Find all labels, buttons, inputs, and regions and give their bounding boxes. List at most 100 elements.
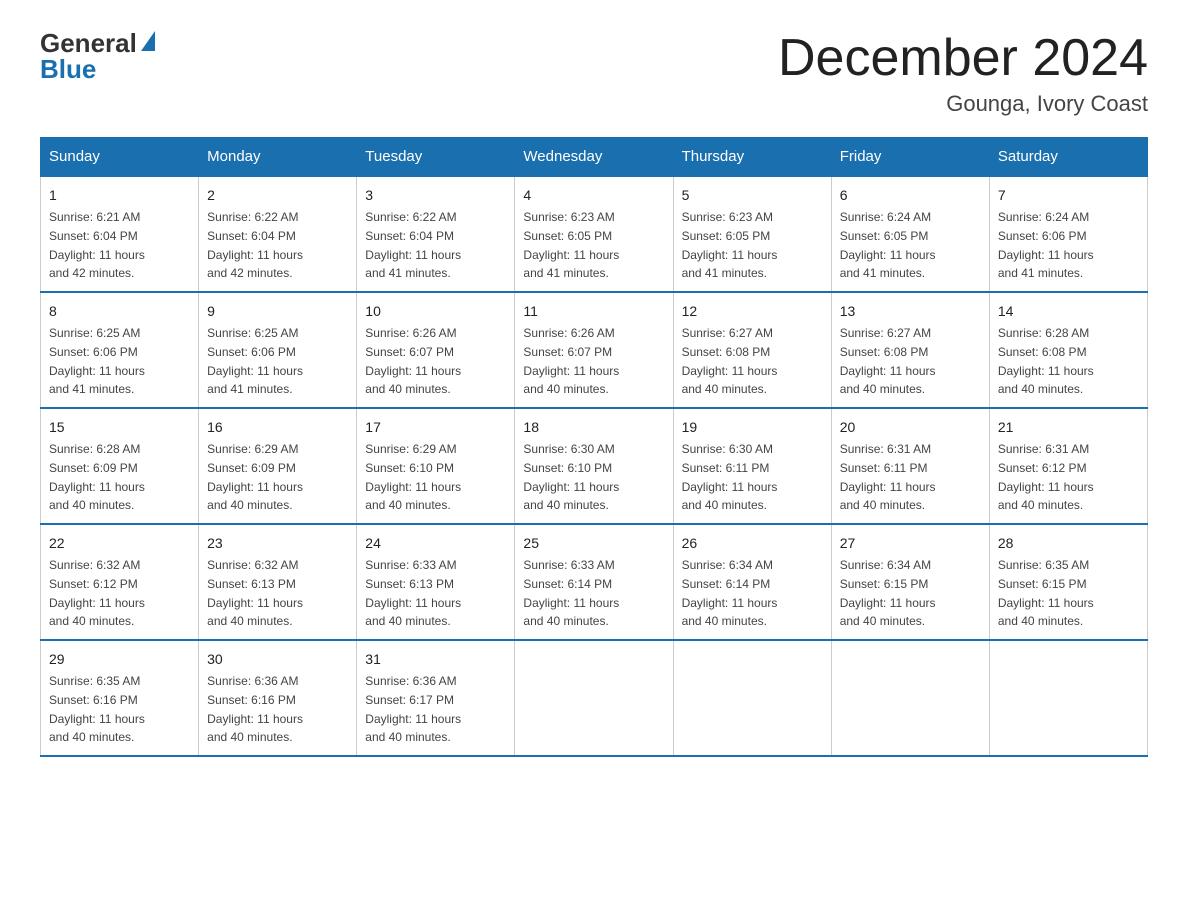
day-info: Sunrise: 6:23 AMSunset: 6:05 PMDaylight:… — [523, 210, 619, 280]
title-section: December 2024 Gounga, Ivory Coast — [778, 30, 1148, 117]
day-info: Sunrise: 6:34 AMSunset: 6:14 PMDaylight:… — [682, 558, 778, 628]
calendar-cell: 14Sunrise: 6:28 AMSunset: 6:08 PMDayligh… — [989, 292, 1147, 408]
calendar-cell: 11 Sunrise: 6:26 AMSunset: 6:07 PMDayligh… — [515, 292, 673, 408]
day-info: Sunrise: 6:36 AMSunset: 6:16 PMDaylight:… — [207, 674, 303, 744]
day-number: 7 — [998, 185, 1139, 206]
day-info: Sunrise: 6:25 AMSunset: 6:06 PMDaylight:… — [207, 326, 303, 396]
column-header-wednesday: Wednesday — [515, 138, 673, 177]
calendar-header-row: SundayMondayTuesdayWednesdayThursdayFrid… — [41, 138, 1148, 177]
day-info: Sunrise: 6:22 AMSunset: 6:04 PMDaylight:… — [365, 210, 461, 280]
calendar-cell: 4 Sunrise: 6:23 AMSunset: 6:05 PMDaylight… — [515, 176, 673, 292]
day-number: 19 — [682, 417, 823, 438]
calendar-cell — [989, 640, 1147, 756]
column-header-tuesday: Tuesday — [357, 138, 515, 177]
month-title: December 2024 — [778, 30, 1148, 87]
day-number: 21 — [998, 417, 1139, 438]
calendar-cell: 5 Sunrise: 6:23 AMSunset: 6:05 PMDaylight… — [673, 176, 831, 292]
day-info: Sunrise: 6:35 AMSunset: 6:15 PMDaylight:… — [998, 558, 1094, 628]
day-info: Sunrise: 6:25 AMSunset: 6:06 PMDaylight:… — [49, 326, 145, 396]
day-info: Sunrise: 6:22 AMSunset: 6:04 PMDaylight:… — [207, 210, 303, 280]
calendar-cell: 21 Sunrise: 6:31 AMSunset: 6:12 PMDayligh… — [989, 408, 1147, 524]
day-number: 8 — [49, 301, 190, 322]
day-info: Sunrise: 6:31 AMSunset: 6:12 PMDaylight:… — [998, 442, 1094, 512]
day-number: 18 — [523, 417, 664, 438]
calendar-week-row: 1 Sunrise: 6:21 AMSunset: 6:04 PMDaylight… — [41, 176, 1148, 292]
day-number: 1 — [49, 185, 190, 206]
day-info: Sunrise: 6:26 AMSunset: 6:07 PMDaylight:… — [523, 326, 619, 396]
day-info: Sunrise: 6:23 AMSunset: 6:05 PMDaylight:… — [682, 210, 778, 280]
day-number: 15 — [49, 417, 190, 438]
day-info: Sunrise: 6:27 AMSunset: 6:08 PMDaylight:… — [682, 326, 778, 396]
calendar-cell: 18 Sunrise: 6:30 AMSunset: 6:10 PMDayligh… — [515, 408, 673, 524]
calendar-cell: 9 Sunrise: 6:25 AMSunset: 6:06 PMDaylight… — [199, 292, 357, 408]
day-number: 31 — [365, 649, 506, 670]
day-info: Sunrise: 6:35 AMSunset: 6:16 PMDaylight:… — [49, 674, 145, 744]
day-number: 3 — [365, 185, 506, 206]
day-number: 17 — [365, 417, 506, 438]
day-number: 24 — [365, 533, 506, 554]
logo-blue-text: Blue — [40, 56, 96, 82]
day-number: 10 — [365, 301, 506, 322]
day-number: 26 — [682, 533, 823, 554]
calendar-cell: 8 Sunrise: 6:25 AMSunset: 6:06 PMDaylight… — [41, 292, 199, 408]
day-number: 5 — [682, 185, 823, 206]
calendar-cell — [673, 640, 831, 756]
calendar-week-row: 15Sunrise: 6:28 AMSunset: 6:09 PMDayligh… — [41, 408, 1148, 524]
calendar-cell: 2 Sunrise: 6:22 AMSunset: 6:04 PMDaylight… — [199, 176, 357, 292]
day-info: Sunrise: 6:30 AMSunset: 6:10 PMDaylight:… — [523, 442, 619, 512]
column-header-monday: Monday — [199, 138, 357, 177]
calendar-cell: 20 Sunrise: 6:31 AMSunset: 6:11 PMDayligh… — [831, 408, 989, 524]
location-subtitle: Gounga, Ivory Coast — [778, 91, 1148, 117]
calendar-cell: 7 Sunrise: 6:24 AMSunset: 6:06 PMDaylight… — [989, 176, 1147, 292]
logo-triangle-icon — [141, 31, 155, 51]
calendar-cell: 6Sunrise: 6:24 AMSunset: 6:05 PMDaylight… — [831, 176, 989, 292]
logo-general-text: General — [40, 30, 137, 56]
calendar-cell: 29 Sunrise: 6:35 AMSunset: 6:16 PMDayligh… — [41, 640, 199, 756]
calendar-week-row: 8 Sunrise: 6:25 AMSunset: 6:06 PMDaylight… — [41, 292, 1148, 408]
day-number: 29 — [49, 649, 190, 670]
calendar-week-row: 29 Sunrise: 6:35 AMSunset: 6:16 PMDayligh… — [41, 640, 1148, 756]
day-number: 9 — [207, 301, 348, 322]
day-info: Sunrise: 6:36 AMSunset: 6:17 PMDaylight:… — [365, 674, 461, 744]
column-header-saturday: Saturday — [989, 138, 1147, 177]
calendar-cell: 1 Sunrise: 6:21 AMSunset: 6:04 PMDaylight… — [41, 176, 199, 292]
day-number: 11 — [523, 301, 664, 322]
day-number: 4 — [523, 185, 664, 206]
calendar-cell: 16Sunrise: 6:29 AMSunset: 6:09 PMDayligh… — [199, 408, 357, 524]
calendar-cell: 10 Sunrise: 6:26 AMSunset: 6:07 PMDayligh… — [357, 292, 515, 408]
day-info: Sunrise: 6:31 AMSunset: 6:11 PMDaylight:… — [840, 442, 936, 512]
day-number: 6 — [840, 185, 981, 206]
calendar-cell: 30 Sunrise: 6:36 AMSunset: 6:16 PMDayligh… — [199, 640, 357, 756]
calendar-cell: 31 Sunrise: 6:36 AMSunset: 6:17 PMDayligh… — [357, 640, 515, 756]
day-number: 2 — [207, 185, 348, 206]
day-info: Sunrise: 6:33 AMSunset: 6:13 PMDaylight:… — [365, 558, 461, 628]
column-header-friday: Friday — [831, 138, 989, 177]
calendar-cell: 13 Sunrise: 6:27 AMSunset: 6:08 PMDayligh… — [831, 292, 989, 408]
day-info: Sunrise: 6:32 AMSunset: 6:12 PMDaylight:… — [49, 558, 145, 628]
day-number: 16 — [207, 417, 348, 438]
calendar-cell: 19Sunrise: 6:30 AMSunset: 6:11 PMDayligh… — [673, 408, 831, 524]
day-info: Sunrise: 6:26 AMSunset: 6:07 PMDaylight:… — [365, 326, 461, 396]
day-info: Sunrise: 6:28 AMSunset: 6:08 PMDaylight:… — [998, 326, 1094, 396]
calendar-cell: 24 Sunrise: 6:33 AMSunset: 6:13 PMDayligh… — [357, 524, 515, 640]
day-number: 12 — [682, 301, 823, 322]
day-number: 28 — [998, 533, 1139, 554]
day-info: Sunrise: 6:24 AMSunset: 6:06 PMDaylight:… — [998, 210, 1094, 280]
day-number: 30 — [207, 649, 348, 670]
calendar-cell: 15Sunrise: 6:28 AMSunset: 6:09 PMDayligh… — [41, 408, 199, 524]
logo: General Blue — [40, 30, 155, 82]
page-header: General Blue December 2024 Gounga, Ivory… — [40, 30, 1148, 117]
calendar-cell: 27Sunrise: 6:34 AMSunset: 6:15 PMDayligh… — [831, 524, 989, 640]
day-number: 13 — [840, 301, 981, 322]
day-number: 23 — [207, 533, 348, 554]
calendar-cell: 25Sunrise: 6:33 AMSunset: 6:14 PMDayligh… — [515, 524, 673, 640]
calendar-cell: 23 Sunrise: 6:32 AMSunset: 6:13 PMDayligh… — [199, 524, 357, 640]
day-info: Sunrise: 6:32 AMSunset: 6:13 PMDaylight:… — [207, 558, 303, 628]
day-number: 27 — [840, 533, 981, 554]
day-number: 25 — [523, 533, 664, 554]
day-number: 20 — [840, 417, 981, 438]
day-info: Sunrise: 6:21 AMSunset: 6:04 PMDaylight:… — [49, 210, 145, 280]
day-info: Sunrise: 6:27 AMSunset: 6:08 PMDaylight:… — [840, 326, 936, 396]
calendar-cell: 28 Sunrise: 6:35 AMSunset: 6:15 PMDayligh… — [989, 524, 1147, 640]
calendar-cell — [831, 640, 989, 756]
